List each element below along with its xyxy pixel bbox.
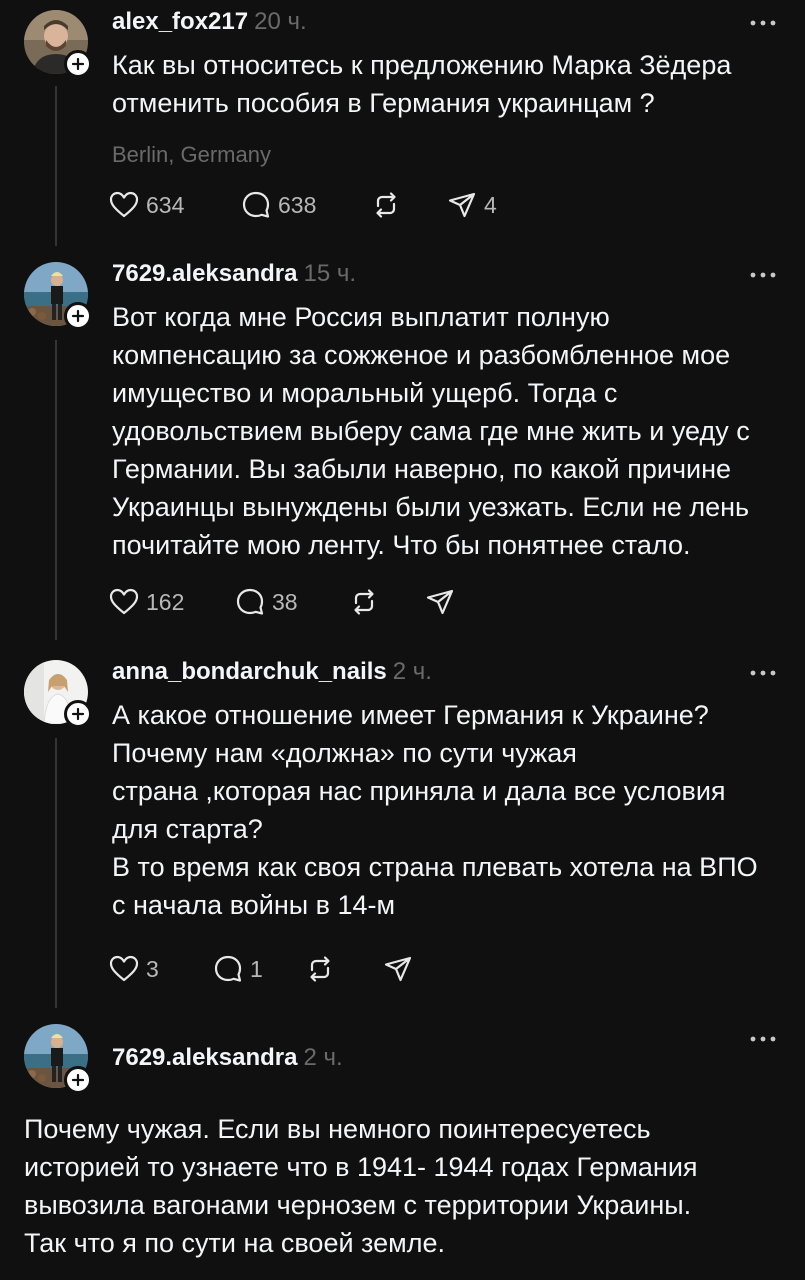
follow-button[interactable]: [64, 50, 92, 78]
action-bar: 3 1: [108, 952, 428, 986]
more-button[interactable]: [749, 270, 777, 280]
text-line: Германии. Вы забыли наверно, по какой пр…: [112, 454, 732, 484]
text-line: историей то узнаете что в 1941- 1944 год…: [24, 1152, 698, 1182]
timestamp: 15 ч.: [303, 260, 357, 287]
text-line: отменить пособия в Германия украинцам ?: [112, 88, 655, 118]
location-tag[interactable]: Berlin, Germany: [112, 142, 271, 168]
text-line: страна ,которая нас приняла и дала все у…: [112, 776, 726, 806]
like-count: 634: [146, 191, 185, 218]
reply-count: 1: [250, 955, 263, 982]
heart-icon: [109, 955, 139, 982]
timestamp: 2 ч.: [303, 1044, 343, 1071]
repost-icon: [376, 192, 396, 218]
text-line: Почему нам «должна» по сути чужая: [112, 738, 577, 768]
more-button[interactable]: [749, 1034, 777, 1044]
post-text: Как вы относитесь к предложению Марка Зё…: [112, 46, 782, 122]
more-button[interactable]: [749, 18, 777, 28]
more-icon: [750, 670, 776, 676]
repost-button[interactable]: [304, 952, 336, 986]
timestamp: 20 ч.: [254, 8, 307, 35]
like-button[interactable]: 162: [108, 585, 184, 619]
reply-button[interactable]: 38: [234, 585, 298, 619]
thread-line: [55, 738, 57, 1008]
more-icon: [750, 1036, 776, 1042]
repost-icon: [310, 956, 330, 982]
comment-icon: [214, 955, 242, 982]
plus-icon: [71, 57, 85, 71]
share-button[interactable]: [382, 952, 414, 986]
comment-icon: [242, 191, 270, 218]
post-text: Почему чужая. Если вы немного поинтересу…: [24, 1110, 784, 1262]
repost-button[interactable]: [370, 188, 402, 222]
username[interactable]: anna_bondarchuk_nails: [112, 658, 387, 685]
repost-button[interactable]: [348, 585, 380, 619]
text-line: Так что я по сути на своей земле.: [24, 1228, 445, 1258]
post-text: А какое отношение имеет Германия к Украи…: [112, 696, 782, 924]
repost-icon: [354, 589, 374, 615]
text-line: Украинцы вынуждены были уезжать. Если не…: [112, 492, 750, 522]
text-line: с начала войны в 14-м: [112, 890, 396, 920]
share-icon: [384, 956, 412, 982]
text-line: почитайте мою ленту. Что бы понятнее ста…: [112, 530, 691, 560]
text-line: удовольствием выберу сама где мне жить и…: [112, 416, 750, 446]
follow-button[interactable]: [64, 1066, 92, 1094]
action-bar: 162 38: [108, 585, 508, 619]
thread-line: [55, 86, 57, 246]
text-line: Почему чужая. Если вы немного поинтересу…: [24, 1114, 651, 1144]
share-icon: [426, 589, 454, 615]
text-line: вывозила вагонами чернозем с территории …: [24, 1190, 692, 1220]
reply-count: 638: [278, 191, 317, 218]
share-button[interactable]: [424, 585, 456, 619]
username[interactable]: 7629.aleksandra: [112, 1044, 297, 1071]
like-count: 162: [146, 588, 185, 615]
reply-button[interactable]: 1: [212, 952, 263, 986]
like-button[interactable]: 634: [108, 188, 184, 222]
more-button[interactable]: [749, 668, 777, 678]
more-icon: [750, 20, 776, 26]
action-bar: 634 638 4: [108, 188, 528, 222]
text-line: имущество и моральный ущерб. Тогда с: [112, 378, 618, 408]
reply-button[interactable]: 638: [240, 188, 316, 222]
plus-icon: [71, 309, 85, 323]
plus-icon: [71, 1073, 85, 1087]
share-count: 4: [484, 191, 497, 218]
timestamp: 2 ч.: [392, 658, 432, 685]
username[interactable]: alex_fox217: [112, 8, 248, 35]
text-line: компенсацию за сожженое и разбомбленное …: [112, 340, 731, 370]
reply-count: 38: [272, 588, 298, 615]
text-line: Вот когда мне Россия выплатит полную: [112, 302, 610, 332]
text-line: для старта?: [112, 814, 263, 844]
text-line: Как вы относитесь к предложению Марка Зё…: [112, 50, 732, 80]
follow-button[interactable]: [64, 700, 92, 728]
follow-button[interactable]: [64, 302, 92, 330]
plus-icon: [71, 707, 85, 721]
share-icon: [448, 192, 476, 218]
heart-icon: [109, 191, 139, 218]
text-line: А какое отношение имеет Германия к Украи…: [112, 700, 709, 730]
like-button[interactable]: 3: [108, 952, 159, 986]
like-count: 3: [146, 955, 159, 982]
more-icon: [750, 272, 776, 278]
comment-icon: [236, 588, 264, 615]
thread-line: [55, 340, 57, 640]
share-button[interactable]: 4: [446, 188, 497, 222]
text-line: В то время как своя страна плевать хотел…: [112, 852, 758, 882]
post-text: Вот когда мне Россия выплатит полную ком…: [112, 298, 782, 564]
username[interactable]: 7629.aleksandra: [112, 260, 297, 287]
heart-icon: [109, 588, 139, 615]
